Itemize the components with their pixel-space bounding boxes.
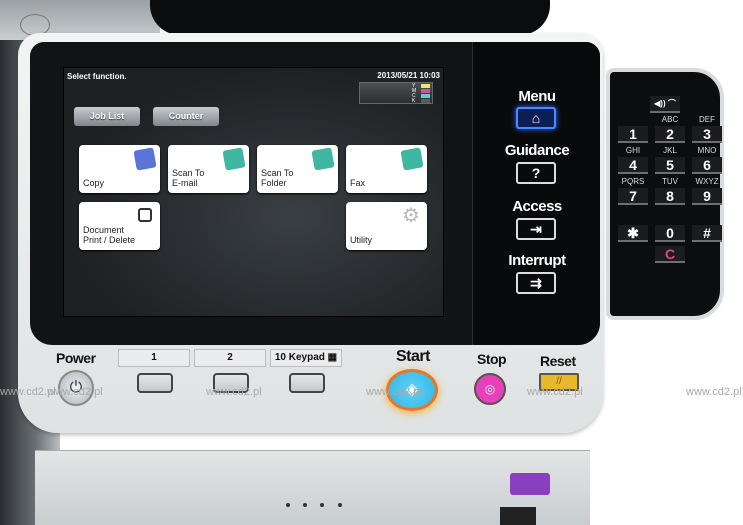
reset-label: Reset (540, 353, 576, 369)
key-3[interactable]: 3 (692, 126, 722, 143)
stop-button[interactable]: ◎ (474, 373, 506, 405)
tile-label: Scan To E-mail (172, 168, 205, 188)
key-7[interactable]: 7 (618, 188, 648, 205)
watermark: www.cd2.pl (206, 386, 262, 398)
tile-label: Document Print / Delete (83, 225, 136, 245)
utility-tile[interactable]: ⚙ Utility (346, 202, 427, 250)
keypad-key-label: 10 Keypad ▦ (270, 349, 342, 367)
indicator-dot (320, 503, 324, 507)
watermark: www.cd2.pl (366, 386, 422, 398)
register-key-1[interactable] (137, 373, 173, 393)
register-key-2-label: 2 (194, 349, 266, 367)
guidance-button[interactable]: ? (516, 162, 556, 184)
document-print-delete-tile[interactable]: Document Print / Delete (79, 202, 160, 250)
stop-label: Stop (477, 351, 507, 367)
tile-label: Scan To Folder (261, 168, 294, 188)
indicator-dot (286, 503, 290, 507)
copy-icon (133, 147, 157, 171)
interrupt-icon: ⇉ (530, 275, 542, 291)
access-icon: ⇥ (530, 221, 542, 237)
hardkey-panel: Menu ⌂ Guidance ? Access ⇥ Interrupt ⇉ (472, 42, 600, 345)
key-9[interactable]: 9 (692, 188, 722, 205)
fax-tile[interactable]: Fax (346, 145, 427, 193)
key-letters: MNO (697, 146, 717, 155)
menu-button[interactable]: ⌂ (516, 107, 556, 129)
prompt-text: Select function. (67, 72, 127, 81)
tile-label: Fax (350, 178, 366, 188)
key-letters: WXYZ (695, 177, 719, 186)
key-letters: DEF (699, 115, 715, 124)
access-button[interactable]: ⇥ (516, 218, 556, 240)
folder-icon (311, 147, 335, 171)
key-letters: GHI (625, 146, 641, 155)
guidance-label: Guidance (504, 142, 570, 159)
interrupt-button[interactable]: ⇉ (516, 272, 556, 294)
copy-tile[interactable]: Copy (79, 145, 160, 193)
key-letters: ABC (661, 115, 679, 124)
menu-label: Menu (518, 88, 556, 105)
key-5[interactable]: 5 (655, 157, 685, 174)
key-✱[interactable]: ✱ (618, 225, 648, 242)
email-icon (222, 147, 246, 171)
key-8[interactable]: 8 (655, 188, 685, 205)
indicator-dot (303, 503, 307, 507)
energy-star-logo (500, 507, 536, 525)
toner-indicator: YMCK (359, 82, 433, 104)
counter-button[interactable]: Counter (153, 107, 219, 126)
start-label: Start (396, 348, 430, 365)
access-label: Access (512, 198, 562, 215)
register-key-1-label: 1 (118, 349, 190, 367)
indicator-dot (338, 503, 342, 507)
touch-screen: Select function. 2013/05/21 10:03 YMCK J… (63, 67, 444, 317)
key-letters: PQRS (621, 177, 645, 186)
toner-k: K (412, 99, 430, 104)
watermark: www.cd2.pl (686, 386, 742, 398)
key-#[interactable]: # (692, 225, 722, 242)
key-letters: TUV (662, 177, 678, 186)
watermark: www.cd2.pl (47, 386, 103, 398)
key-6[interactable]: 6 (692, 157, 722, 174)
tile-label: Utility (350, 235, 372, 245)
output-tray (150, 0, 550, 35)
job-list-button[interactable]: Job List (74, 107, 140, 126)
watermark: www.cd2.pl (527, 386, 583, 398)
key-4[interactable]: 4 (618, 157, 648, 174)
tile-label: Copy (83, 178, 105, 188)
stop-icon: ◎ (484, 382, 496, 396)
printer-icon (138, 208, 152, 222)
fax-icon (400, 147, 424, 171)
power-label: Power (56, 350, 96, 366)
volume-key[interactable]: ◀)) ⌒ (650, 96, 680, 113)
clear-key[interactable]: C (655, 246, 685, 263)
home-icon: ⌂ (531, 110, 541, 126)
datetime: 2013/05/21 10:03 (377, 71, 440, 80)
scan-to-email-tile[interactable]: Scan To E-mail (168, 145, 249, 193)
key-2[interactable]: 2 (655, 126, 685, 143)
key-0[interactable]: 0 (655, 225, 685, 242)
key-letters: JKL (663, 146, 677, 155)
keypad-toggle-key[interactable] (289, 373, 325, 393)
key-1[interactable]: 1 (618, 126, 648, 143)
numeric-keypad: ◀)) ⌒ 1 ABC 2 DEF 3 GHI 4 JKL 5 MNO 6 PQRS 7 TUV 8 WXYZ… (606, 68, 724, 320)
interrupt-label: Interrupt (508, 252, 566, 269)
scan-to-folder-tile[interactable]: Scan To Folder (257, 145, 338, 193)
gear-icon: ⚙ (402, 205, 420, 227)
help-icon: ? (531, 165, 541, 181)
brand-logo (510, 473, 550, 495)
